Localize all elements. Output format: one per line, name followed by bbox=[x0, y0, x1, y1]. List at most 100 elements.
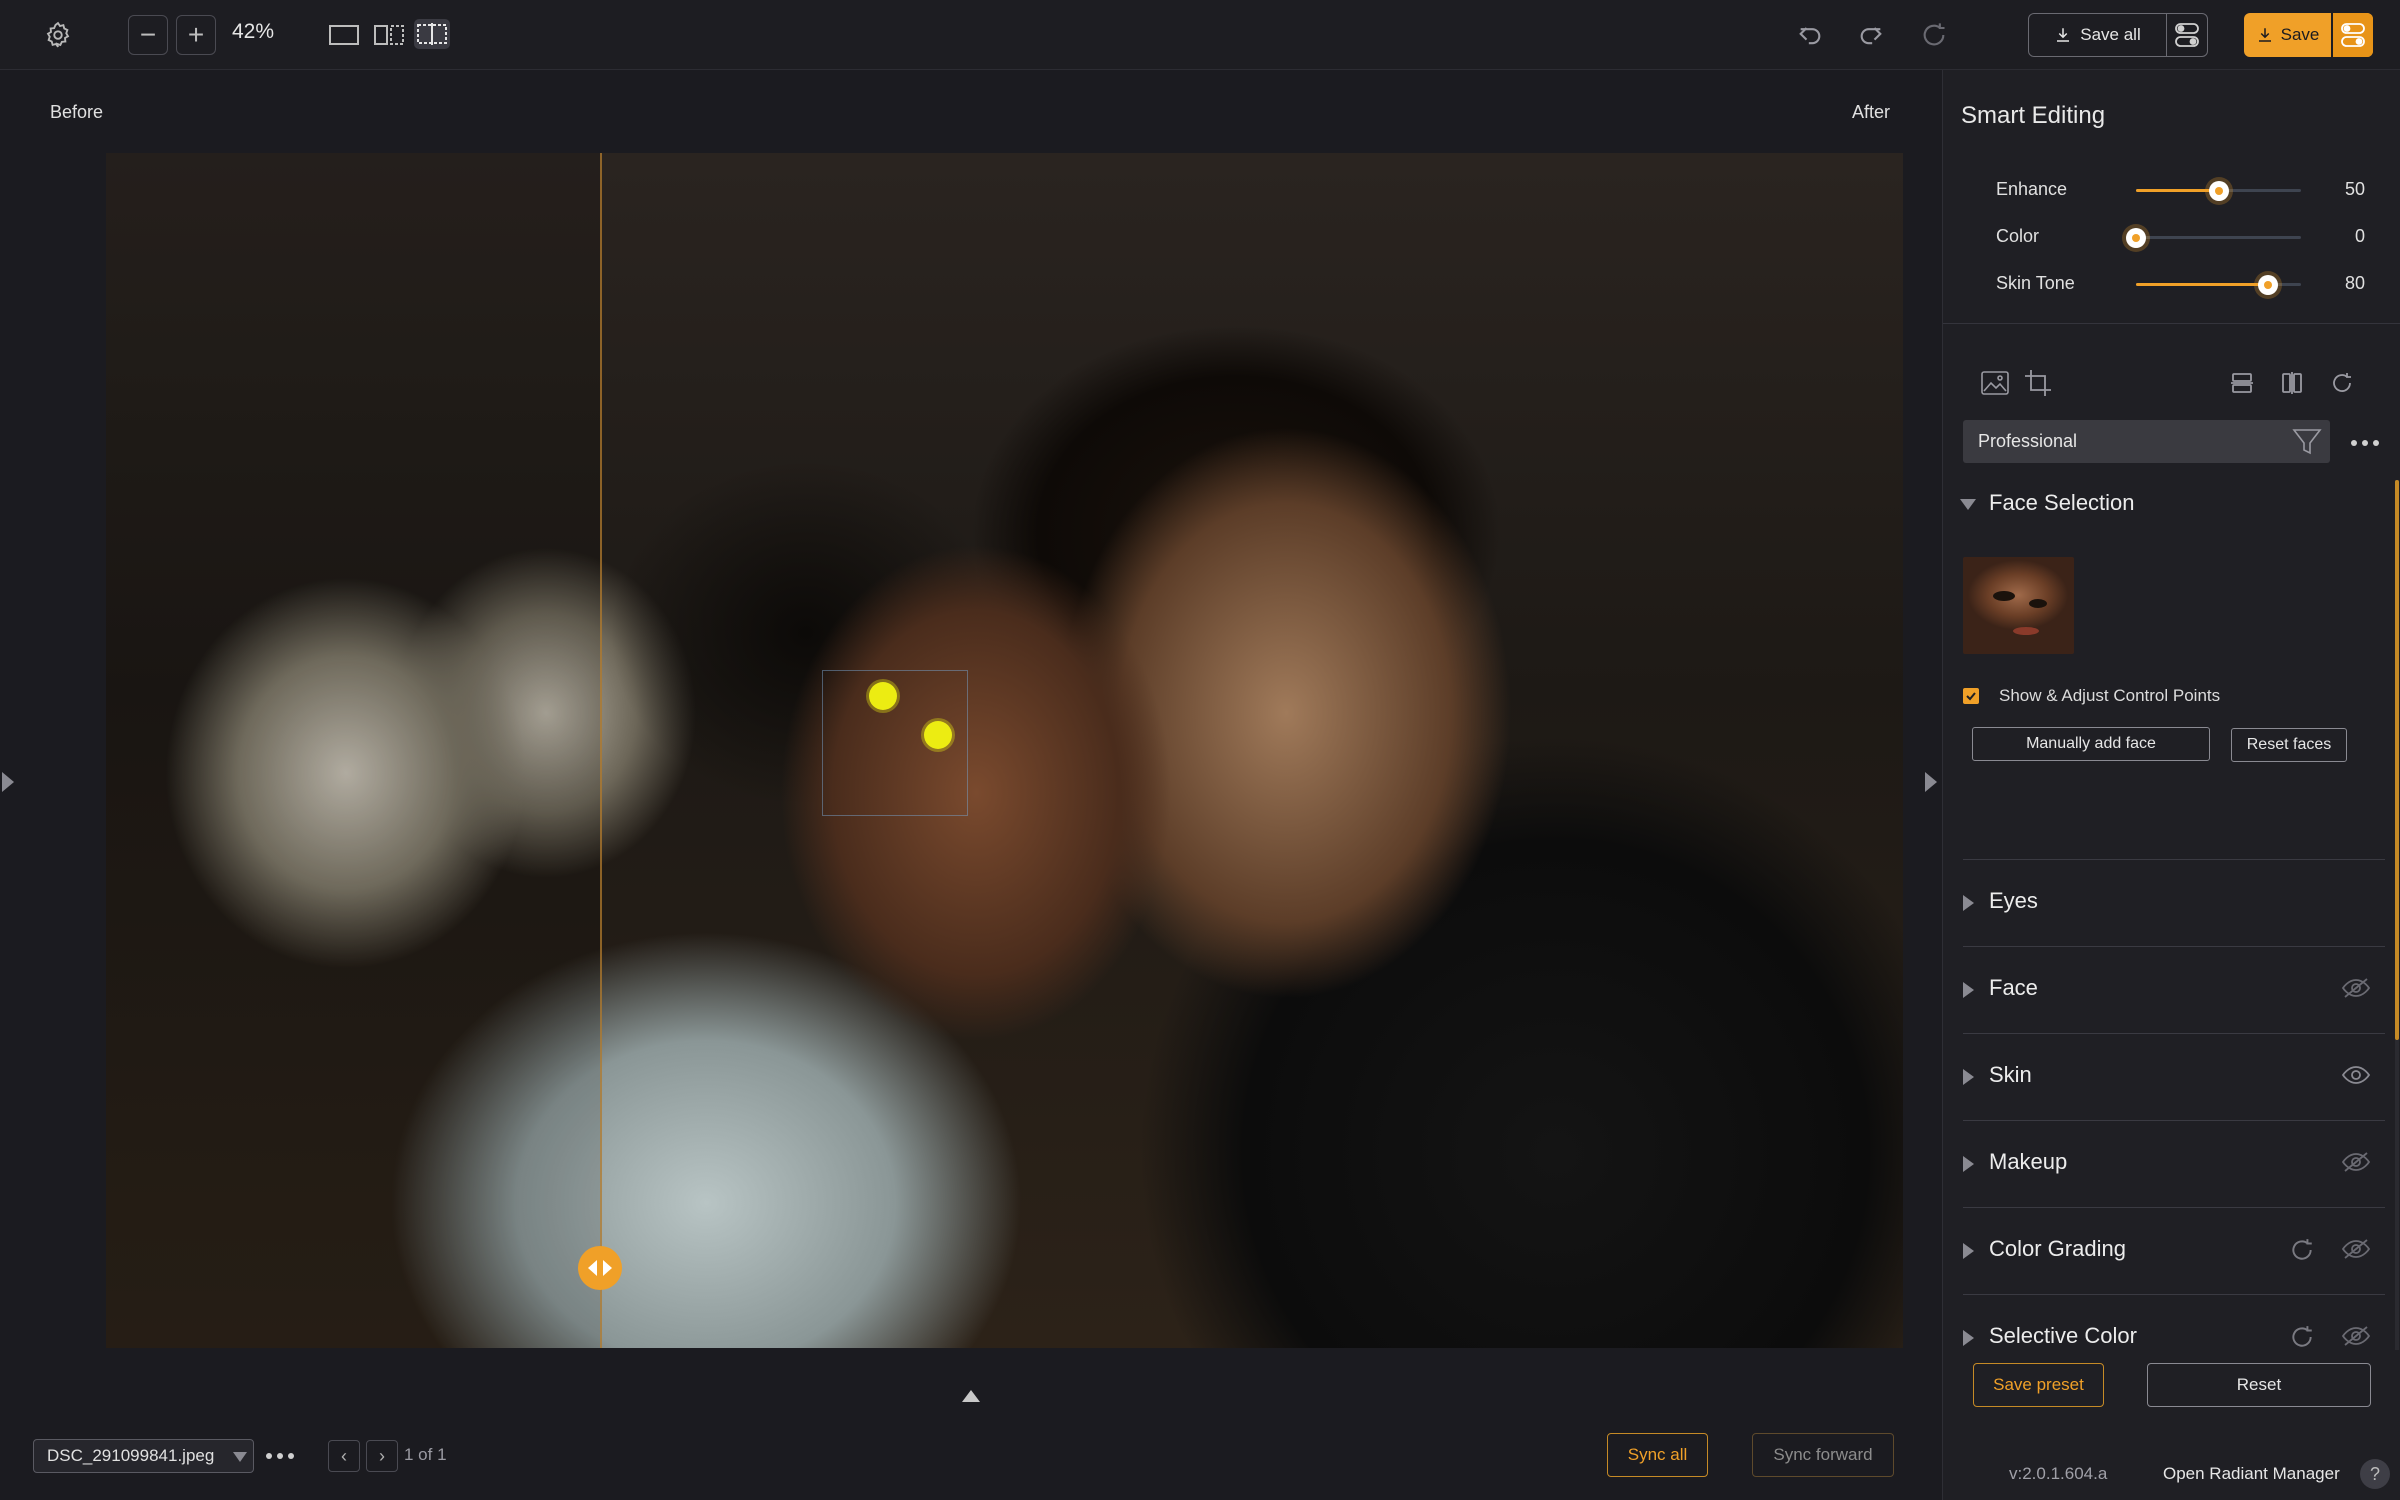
slider-track[interactable] bbox=[2126, 228, 2301, 248]
skin-tone-slider[interactable]: Skin Tone 80 bbox=[1943, 269, 2400, 299]
preset-select[interactable]: Professional bbox=[1963, 420, 2330, 463]
toggle-icon bbox=[2341, 23, 2365, 47]
save-options-toggle[interactable] bbox=[2333, 13, 2373, 57]
chevron-left-icon: ‹ bbox=[341, 1445, 347, 1466]
filter-icon[interactable] bbox=[2292, 428, 2322, 461]
eye-icon[interactable] bbox=[2341, 1237, 2371, 1266]
open-radiant-manager-link[interactable]: Open Radiant Manager bbox=[2163, 1464, 2340, 1484]
next-image-button[interactable]: › bbox=[366, 1440, 398, 1472]
eye-icon[interactable] bbox=[2341, 976, 2371, 1005]
compare-divider-line[interactable] bbox=[600, 153, 602, 1348]
slider-knob[interactable] bbox=[2208, 181, 2229, 201]
chevron-down-icon bbox=[1960, 499, 1976, 510]
redo-icon[interactable] bbox=[1854, 18, 1888, 52]
eye-control-point-left[interactable] bbox=[869, 682, 897, 710]
before-region bbox=[106, 153, 600, 1348]
previous-image-button[interactable]: ‹ bbox=[328, 1440, 360, 1472]
zoom-in-button[interactable]: + bbox=[176, 15, 216, 55]
preset-more-options-icon[interactable] bbox=[2351, 440, 2379, 446]
panel-scrollbar[interactable] bbox=[2395, 480, 2399, 1350]
compare-divider-handle[interactable] bbox=[578, 1246, 622, 1290]
section-divider bbox=[1963, 859, 2385, 860]
split-view-icon[interactable] bbox=[371, 20, 407, 50]
save-label: Save bbox=[2280, 25, 2320, 44]
slider-track[interactable] bbox=[2136, 275, 2301, 295]
sync-all-button[interactable]: Sync all bbox=[1607, 1433, 1708, 1477]
chevron-right-icon: › bbox=[379, 1445, 385, 1466]
section-makeup[interactable]: Makeup bbox=[1943, 1148, 2400, 1184]
help-icon[interactable]: ? bbox=[2360, 1459, 2390, 1489]
file-more-options-icon[interactable] bbox=[266, 1453, 294, 1459]
single-view-icon[interactable] bbox=[326, 20, 362, 50]
rotate-icon[interactable] bbox=[2327, 368, 2357, 398]
slider-track[interactable] bbox=[2136, 181, 2301, 201]
save-main[interactable]: Save bbox=[2244, 13, 2333, 57]
section-divider bbox=[1963, 946, 2385, 947]
zoom-out-icon: − bbox=[139, 19, 157, 50]
zoom-out-button[interactable]: − bbox=[128, 15, 168, 55]
chevron-right-icon bbox=[1963, 1069, 1974, 1085]
image-icon[interactable] bbox=[1980, 368, 2010, 398]
section-title: Face Selection bbox=[1989, 490, 2135, 515]
section-skin[interactable]: Skin bbox=[1943, 1061, 2400, 1097]
refresh-icon[interactable] bbox=[1917, 18, 1951, 52]
chevron-right-icon bbox=[1963, 1330, 1974, 1346]
section-face[interactable]: Face bbox=[1943, 974, 2400, 1010]
compare-view-icon[interactable] bbox=[414, 19, 450, 49]
slider-knob[interactable] bbox=[2126, 228, 2146, 248]
thumb-eye-right bbox=[2029, 599, 2047, 608]
manually-add-face-button[interactable]: Manually add face bbox=[1972, 727, 2210, 761]
section-color-grading[interactable]: Color Grading bbox=[1943, 1235, 2400, 1271]
panel-divider bbox=[1943, 323, 2400, 324]
section-face-selection[interactable]: Face Selection bbox=[1943, 489, 2400, 525]
photo-preview[interactable] bbox=[106, 153, 1903, 1348]
eye-icon[interactable] bbox=[2341, 1063, 2371, 1092]
slider-fill bbox=[2136, 283, 2268, 286]
eye-icon[interactable] bbox=[2341, 1150, 2371, 1179]
save-all-label: Save all bbox=[2080, 25, 2141, 44]
preset-name: Professional bbox=[1978, 431, 2078, 451]
flip-vertical-icon[interactable] bbox=[2227, 368, 2257, 398]
section-selective-color[interactable]: Selective Color bbox=[1943, 1322, 2400, 1348]
reset-icon[interactable] bbox=[2289, 1237, 2315, 1268]
check-icon bbox=[1966, 692, 1976, 701]
eye-icon[interactable] bbox=[2341, 1324, 2371, 1348]
slider-value: 50 bbox=[2344, 179, 2365, 199]
section-divider bbox=[1963, 1033, 2385, 1034]
show-control-points-checkbox[interactable] bbox=[1963, 688, 1979, 704]
expand-filmstrip-arrow[interactable] bbox=[962, 1390, 980, 1402]
scrollbar-thumb[interactable] bbox=[2395, 480, 2399, 1040]
sync-forward-button[interactable]: Sync forward bbox=[1752, 1433, 1894, 1477]
enhance-slider[interactable]: Enhance 50 bbox=[1943, 175, 2400, 205]
flip-horizontal-icon[interactable] bbox=[2277, 368, 2307, 398]
eye-control-point-right[interactable] bbox=[924, 721, 952, 749]
slider-value: 0 bbox=[2354, 226, 2365, 246]
thumb-lips bbox=[2013, 627, 2039, 635]
download-icon bbox=[2258, 28, 2271, 42]
section-divider bbox=[1963, 1294, 2385, 1295]
settings-icon[interactable] bbox=[41, 18, 75, 52]
crop-icon[interactable] bbox=[2023, 368, 2053, 398]
undo-icon[interactable] bbox=[1793, 18, 1827, 52]
section-title: Skin bbox=[1989, 1062, 2032, 1087]
reset-icon[interactable] bbox=[2289, 1324, 2315, 1348]
expand-right-panel-arrow[interactable] bbox=[1925, 772, 1937, 792]
reset-faces-button[interactable]: Reset faces bbox=[2231, 728, 2347, 762]
slider-value: 80 bbox=[2344, 273, 2365, 293]
save-preset-button[interactable]: Save preset bbox=[1973, 1363, 2104, 1407]
reset-button[interactable]: Reset bbox=[2147, 1363, 2371, 1407]
download-icon bbox=[2057, 28, 2070, 42]
save-all-button[interactable]: Save all bbox=[2028, 13, 2208, 57]
slider-knob[interactable] bbox=[2258, 275, 2278, 295]
expand-left-panel-arrow[interactable] bbox=[2, 772, 14, 792]
section-eyes[interactable]: Eyes bbox=[1943, 887, 2400, 923]
save-all-options-toggle[interactable] bbox=[2167, 14, 2207, 56]
save-all-main[interactable]: Save all bbox=[2029, 14, 2167, 56]
save-button[interactable]: Save bbox=[2244, 13, 2373, 57]
split-arrows-icon bbox=[588, 1260, 612, 1276]
show-control-points-label: Show & Adjust Control Points bbox=[1999, 686, 2221, 705]
color-slider[interactable]: Color 0 bbox=[1943, 222, 2400, 252]
smart-editing-panel: Smart Editing Enhance 50 Color 0 Skin To… bbox=[1942, 70, 2400, 1500]
file-select[interactable]: DSC_291099841.jpeg bbox=[33, 1439, 254, 1473]
face-thumbnail[interactable] bbox=[1963, 557, 2074, 654]
